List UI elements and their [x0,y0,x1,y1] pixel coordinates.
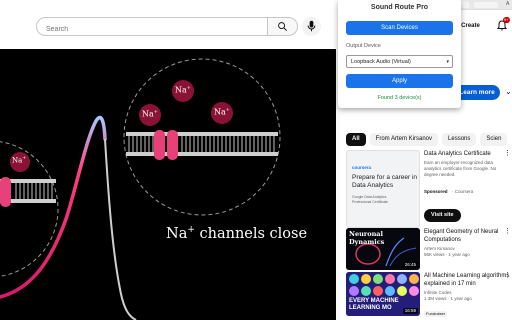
mic-icon [307,20,316,32]
chip-science[interactable]: Scien [480,133,508,146]
more-options-icon[interactable]: ⋮ [504,228,511,235]
ad-thumbnail[interactable]: coursera Prepare for a career in Data An… [346,150,420,228]
chip-from-artem-kirsanov[interactable]: From Artem Kirsanov [369,133,439,146]
video-player[interactable]: Na+ Na+ Na+ Na+ Na+ channels close [0,49,336,320]
video-duration: 16:59 [402,308,418,314]
video-meta: All Machine Learning algorithms explaine… [424,272,510,320]
search-icon [278,22,287,31]
sodium-channel-left [154,130,165,160]
video-meta: Elegant Geometry of Neural Computations … [424,228,510,258]
chip-lessons[interactable]: Lessons [442,133,477,146]
thumbnail-title: EVERY MACHINE LEARNING MO [349,298,399,311]
selected-device: Loopback Audio (Virtual) [351,59,411,65]
ad-description: Earn an employer-recognized data analyti… [424,160,497,177]
repolarization-trace [104,138,137,320]
action-potential-trace [0,115,107,299]
video-stats: 1.3M views · 1 year ago [424,296,472,301]
create-label: Create [461,23,480,29]
video-card[interactable]: EVERY MACHINE LEARNING MO 16:59 All Mach… [346,272,512,318]
popup-title: Sound Route Pro [370,4,429,11]
more-options-icon[interactable]: ⋮ [504,272,511,279]
ad-headline: Prepare for a career in Data Analytics [352,174,418,189]
lipid-membrane [126,130,278,160]
voice-search-button[interactable] [302,17,321,36]
device-status: Found 3 device(s) [377,95,422,101]
ad-footnote: Google Data Analytics Professional Certif… [352,195,388,204]
visit-site-button[interactable]: Visit site [424,209,461,222]
ion-label: Na+ [142,109,158,119]
apply-button[interactable]: Apply [346,74,453,88]
ad-sponsor-line: Sponsored · Coursera [424,180,510,198]
ion-label: Na+ [175,85,191,95]
video-caption: Na+ channels close [166,225,308,242]
fundraiser-badge: Fundraiser [424,311,448,317]
browser-tab[interactable] [460,2,469,8]
video-thumbnail[interactable]: EVERY MACHINE LEARNING MO 16:59 [346,272,420,316]
video-title[interactable]: Elegant Geometry of Neural Computations [424,228,510,244]
search-input[interactable] [37,21,267,38]
chevron-down-icon[interactable]: ⌄ [505,87,512,96]
video-stats: 56K views · 1 year ago [424,252,470,257]
search-box[interactable] [36,17,268,38]
ion-label: Na+ [12,156,27,165]
scan-devices-button[interactable]: Scan Devices [346,21,453,35]
sound-route-popup: Sound Route Pro Scan Devices Output Devi… [338,0,461,108]
video-title[interactable]: All Machine Learning algorithms explaine… [424,272,510,288]
search-button[interactable] [268,17,298,36]
browser-tab[interactable] [474,2,498,8]
browser-tab-label: A [506,1,510,7]
video-thumbnail[interactable]: Neuronal Dynamics 26:45 [346,228,420,270]
sodium-channel-right [167,130,178,160]
video-card[interactable]: Neuronal Dynamics 26:45 Elegant Geometry… [346,228,512,270]
notification-count-badge: 9+ [503,17,510,23]
ion-label: Na+ [214,107,230,117]
neuron-animation-frame [0,58,281,320]
ad-meta: Data Analytics Certificate Earn an emplo… [424,150,510,198]
chip-all[interactable]: All [346,133,366,146]
filter-chips: All From Artem Kirsanov Lessons Scien [346,133,511,147]
chevron-down-icon: ▾ [446,59,449,65]
sponsored-label: Sponsored [424,189,448,194]
advertiser-name: · Coursera [451,189,474,194]
ad-title[interactable]: Data Analytics Certificate [424,150,510,158]
output-device-label: Output Device [346,43,381,49]
lipid-membrane-left [0,177,56,207]
thumbnail-title: Neuronal Dynamics [349,230,385,246]
output-device-select[interactable]: Loopback Audio (Virtual) ▾ [346,55,453,68]
coursera-logo: coursera [352,165,372,170]
video-duration: 26:45 [402,262,418,268]
more-options-icon[interactable]: ⋮ [504,150,511,157]
